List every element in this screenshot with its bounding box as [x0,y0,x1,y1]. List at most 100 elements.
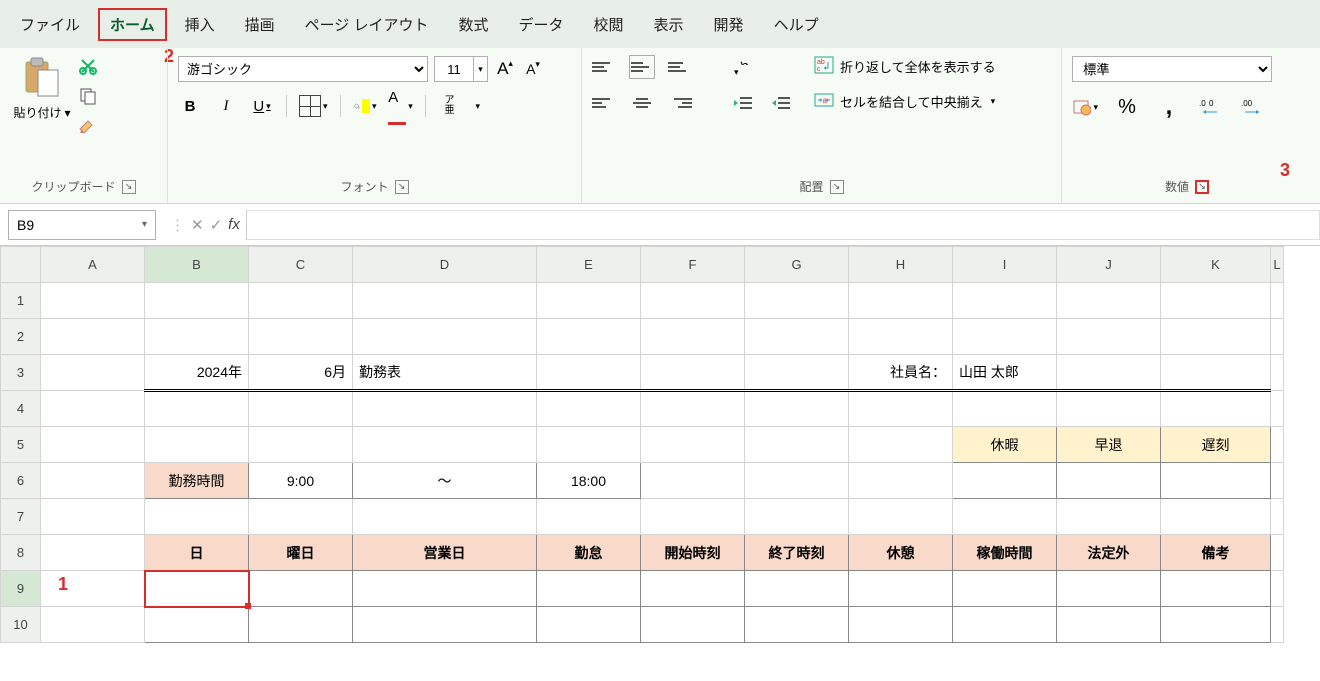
cell-J10[interactable] [1057,607,1161,643]
percent-button[interactable]: % [1114,96,1140,118]
cell-F7[interactable] [641,499,745,535]
cell-F8[interactable]: 開始時刻 [641,535,745,571]
cell-A7[interactable] [41,499,145,535]
phonetic-button[interactable]: ア 亜 [438,94,462,118]
cell-D2[interactable] [353,319,537,355]
row-header-9[interactable]: 9 [1,571,41,607]
wrap-text-button[interactable]: abc 折り返して全体を表示する [814,56,996,77]
cell-H3[interactable]: 社員名： [849,355,953,391]
cell-G3[interactable] [745,355,849,391]
cell-K1[interactable] [1161,283,1271,319]
cut-button[interactable] [78,56,98,76]
cell-D5[interactable] [353,427,537,463]
cell-I8[interactable]: 稼働時間 [953,535,1057,571]
cell-F5[interactable] [641,427,745,463]
chevron-down-icon[interactable]: ▾ [266,101,271,112]
cell-G7[interactable] [745,499,849,535]
font-size-dropdown[interactable]: ▾ [474,56,488,82]
cell-E9[interactable] [537,571,641,607]
col-header-I[interactable]: I [953,247,1057,283]
cell-A5[interactable] [41,427,145,463]
cell-G6[interactable] [745,463,849,499]
cell-C9[interactable] [249,571,353,607]
cell-D7[interactable] [353,499,537,535]
cell-D8[interactable]: 営業日 [353,535,537,571]
cell-K8[interactable]: 備考 [1161,535,1271,571]
menu-formulas[interactable]: 数式 [446,8,500,41]
cell-E2[interactable] [537,319,641,355]
cell-B3[interactable]: 2024年 [145,355,249,391]
cell-C5[interactable] [249,427,353,463]
cell-A9[interactable] [41,571,145,607]
menu-developer[interactable]: 開発 [702,8,756,41]
cell-D10[interactable] [353,607,537,643]
cell-C7[interactable] [249,499,353,535]
cell-F3[interactable] [641,355,745,391]
cell-F9[interactable] [641,571,745,607]
menu-home[interactable]: ホーム [98,8,167,41]
cell-L2[interactable] [1271,319,1284,355]
cell-I10[interactable] [953,607,1057,643]
cell-G4[interactable] [745,391,849,427]
cell-H4[interactable] [849,391,953,427]
cell-E6[interactable]: 18:00 [537,463,641,499]
cell-C3[interactable]: 6月 [249,355,353,391]
cell-K3[interactable] [1161,355,1271,391]
cell-H5[interactable] [849,427,953,463]
cell-L8[interactable] [1271,535,1284,571]
merge-center-button[interactable]: a セルを結合して中央揃え ▾ [814,91,996,112]
cell-K6[interactable] [1161,463,1271,499]
cell-A3[interactable] [41,355,145,391]
menu-view[interactable]: 表示 [642,8,696,41]
cell-E7[interactable] [537,499,641,535]
cell-H1[interactable] [849,283,953,319]
row-header-1[interactable]: 1 [1,283,41,319]
cell-B9[interactable] [145,571,249,607]
chevron-down-icon[interactable]: ▾ [476,101,481,112]
menu-pagelayout[interactable]: ページ レイアウト [293,8,441,41]
italic-button[interactable]: I [214,94,238,118]
col-header-B[interactable]: B [145,247,249,283]
chevron-down-icon[interactable]: ▾ [323,101,328,112]
cell-I9[interactable] [953,571,1057,607]
name-box[interactable]: B9 ▾ [8,210,156,240]
cell-F10[interactable] [641,607,745,643]
cell-I3[interactable]: 山田 太郎 [953,355,1057,391]
col-header-L[interactable]: L [1271,247,1284,283]
cell-J6[interactable] [1057,463,1161,499]
cell-J4[interactable] [1057,391,1161,427]
copy-button[interactable] [78,86,98,106]
cell-D6[interactable]: ～ [353,463,537,499]
cell-C4[interactable] [249,391,353,427]
cancel-formula-button[interactable]: ✕ [191,216,204,234]
bold-button[interactable]: B [178,94,202,118]
cell-G5[interactable] [745,427,849,463]
align-right-button[interactable] [668,92,692,114]
cell-K9[interactable] [1161,571,1271,607]
cell-E4[interactable] [537,391,641,427]
cell-E1[interactable] [537,283,641,319]
select-all-corner[interactable] [1,247,41,283]
cell-E3[interactable] [537,355,641,391]
cell-C2[interactable] [249,319,353,355]
col-header-G[interactable]: G [745,247,849,283]
align-middle-button[interactable] [630,56,654,78]
cell-L10[interactable] [1271,607,1284,643]
col-header-H[interactable]: H [849,247,953,283]
cell-J1[interactable] [1057,283,1161,319]
confirm-formula-button[interactable]: ✓ [210,216,223,234]
underline-button[interactable]: U▾ [250,94,274,118]
row-header-7[interactable]: 7 [1,499,41,535]
col-header-J[interactable]: J [1057,247,1161,283]
cell-H8[interactable]: 休憩 [849,535,953,571]
cell-J7[interactable] [1057,499,1161,535]
cell-I5[interactable]: 休暇 [953,427,1057,463]
cell-A10[interactable] [41,607,145,643]
cell-E5[interactable] [537,427,641,463]
cell-J3[interactable] [1057,355,1161,391]
font-color-button[interactable]: A▾ [389,94,413,118]
borders-button[interactable]: ▾ [299,95,328,117]
clipboard-dialog-launcher[interactable]: ↘ [122,180,136,194]
col-header-F[interactable]: F [641,247,745,283]
number-dialog-launcher[interactable]: ↘ [1195,180,1209,194]
